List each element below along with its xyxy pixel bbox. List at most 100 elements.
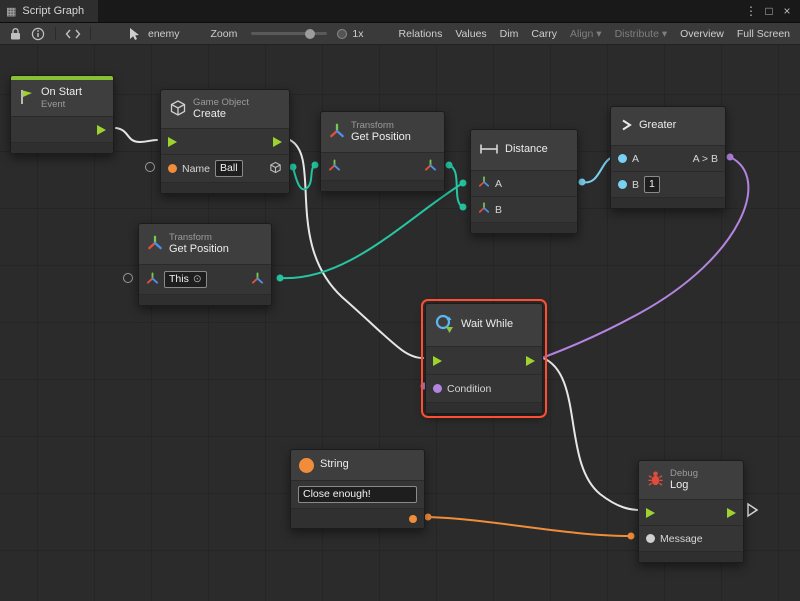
node-title: Wait While <box>461 318 513 331</box>
wire-onstart-to-create[interactable] <box>116 128 157 142</box>
input-port-a[interactable] <box>618 154 627 163</box>
flow-output-port[interactable] <box>526 356 535 366</box>
wire-create-to-getposition-a[interactable] <box>293 165 315 189</box>
node-debug-log[interactable]: Debug Log Message <box>638 460 744 563</box>
relations-button[interactable]: Relations <box>395 28 447 40</box>
node-title: Get Position <box>169 243 229 256</box>
align-button[interactable]: Align ▾ <box>566 28 606 40</box>
greater-icon <box>619 118 633 135</box>
node-footer <box>471 222 577 233</box>
node-footer <box>426 402 542 413</box>
zoom-slider[interactable] <box>251 32 327 35</box>
toolbar-separator <box>55 27 56 40</box>
distance-icon <box>479 143 499 158</box>
zoom-value: 1x <box>352 28 363 40</box>
name-field[interactable]: Ball <box>215 160 243 177</box>
fullscreen-button[interactable]: Full Screen <box>733 28 794 40</box>
node-title: Greater <box>639 119 676 132</box>
window-controls: ⋮ □ × <box>742 0 800 22</box>
target-field[interactable]: This ⊙ <box>164 271 207 288</box>
condition-input-port[interactable] <box>433 384 442 393</box>
vector-input-port-a[interactable] <box>478 176 490 191</box>
node-subtitle: Event <box>41 99 82 110</box>
node-title: Create <box>193 108 249 121</box>
flow-input-port[interactable] <box>646 508 655 518</box>
port-b-label: B <box>632 179 639 191</box>
node-distance[interactable]: Distance A B <box>470 129 578 234</box>
flow-output-port[interactable] <box>97 125 106 135</box>
wire-distance-to-greater-a[interactable] <box>582 157 613 182</box>
zoom-reset-icon[interactable] <box>337 29 347 39</box>
wait-while-icon <box>434 313 455 337</box>
message-input-port[interactable] <box>646 534 655 543</box>
empty-port-indicator[interactable] <box>123 273 133 283</box>
node-group: Game Object <box>193 97 249 108</box>
node-create[interactable]: Game Object Create Name Ball <box>160 89 290 194</box>
maximize-icon[interactable]: □ <box>760 0 778 22</box>
target-picker-icon[interactable]: ⊙ <box>193 272 202 287</box>
port-a-label: A <box>632 153 639 165</box>
dim-button[interactable]: Dim <box>496 28 523 40</box>
transform-input-port[interactable] <box>328 159 341 175</box>
node-title: On Start <box>41 86 82 99</box>
empty-port-indicator[interactable] <box>145 162 155 172</box>
node-group: Transform <box>169 232 229 243</box>
close-icon[interactable]: × <box>778 0 796 22</box>
node-title: String <box>320 458 349 471</box>
zoom-label: Zoom <box>207 28 242 40</box>
flow-end-indicator <box>748 504 757 516</box>
node-greater[interactable]: Greater A A > B B 1 <box>610 106 726 209</box>
position-output-port[interactable] <box>424 159 437 175</box>
wire-string-to-message[interactable] <box>428 517 631 536</box>
align-label: Align <box>570 28 593 40</box>
string-output-port[interactable] <box>409 515 417 523</box>
carry-button[interactable]: Carry <box>527 28 561 40</box>
code-view-icon[interactable] <box>64 26 82 42</box>
input-port-b[interactable] <box>618 180 627 189</box>
tab-script-graph[interactable]: ▦ Script Graph <box>0 0 98 22</box>
flow-output-port[interactable] <box>727 508 736 518</box>
kebab-menu-icon[interactable]: ⋮ <box>742 0 760 22</box>
wire-waitwhile-to-log[interactable] <box>543 358 641 510</box>
node-title: Log <box>670 479 698 492</box>
toolbar-separator <box>90 27 91 40</box>
distribute-label: Distribute <box>615 28 659 40</box>
info-icon[interactable] <box>29 26 47 42</box>
lock-icon[interactable] <box>6 26 24 42</box>
dropdown-caret-icon: ▾ <box>662 28 667 40</box>
vector-input-port-b[interactable] <box>478 202 490 217</box>
string-icon <box>299 458 314 473</box>
graph-tab-icon: ▦ <box>6 5 16 18</box>
node-footer <box>611 197 725 208</box>
flag-icon <box>19 88 35 109</box>
node-get-position-b[interactable]: Transform Get Position This ⊙ <box>138 223 272 306</box>
flow-input-port[interactable] <box>168 137 177 147</box>
distribute-button[interactable]: Distribute ▾ <box>611 28 672 40</box>
node-group: Debug <box>670 468 698 479</box>
flow-output-port[interactable] <box>273 137 282 147</box>
wire-getposition-b-to-distance-a[interactable] <box>280 183 463 278</box>
transform-input-port[interactable] <box>146 272 159 288</box>
b-value-field[interactable]: 1 <box>644 176 660 193</box>
gameobject-output-icon[interactable] <box>269 161 282 177</box>
values-button[interactable]: Values <box>451 28 490 40</box>
flow-input-port[interactable] <box>433 356 442 366</box>
overview-button[interactable]: Overview <box>676 28 728 40</box>
string-value-field[interactable]: Close enough! <box>298 486 417 503</box>
node-footer <box>639 551 743 562</box>
transform-axis-icon <box>329 123 345 142</box>
name-input-port[interactable] <box>168 164 177 173</box>
port-a-label: A <box>495 178 502 190</box>
port-b-label: B <box>495 204 502 216</box>
message-label: Message <box>660 533 703 545</box>
node-on-start[interactable]: On Start Event <box>10 75 114 154</box>
zoom-slider-knob[interactable] <box>305 29 315 39</box>
node-group: Transform <box>351 120 411 131</box>
wire-getposition-a-to-distance-b[interactable] <box>449 165 463 207</box>
graph-canvas[interactable]: On Start Event Game Object Create Name B… <box>0 45 800 601</box>
node-wait-while[interactable]: Wait While Condition <box>425 303 543 414</box>
graph-name-label: enemy <box>148 28 180 40</box>
node-string[interactable]: String Close enough! <box>290 449 425 529</box>
position-output-port[interactable] <box>251 272 264 288</box>
node-get-position-a[interactable]: Transform Get Position <box>320 111 445 192</box>
